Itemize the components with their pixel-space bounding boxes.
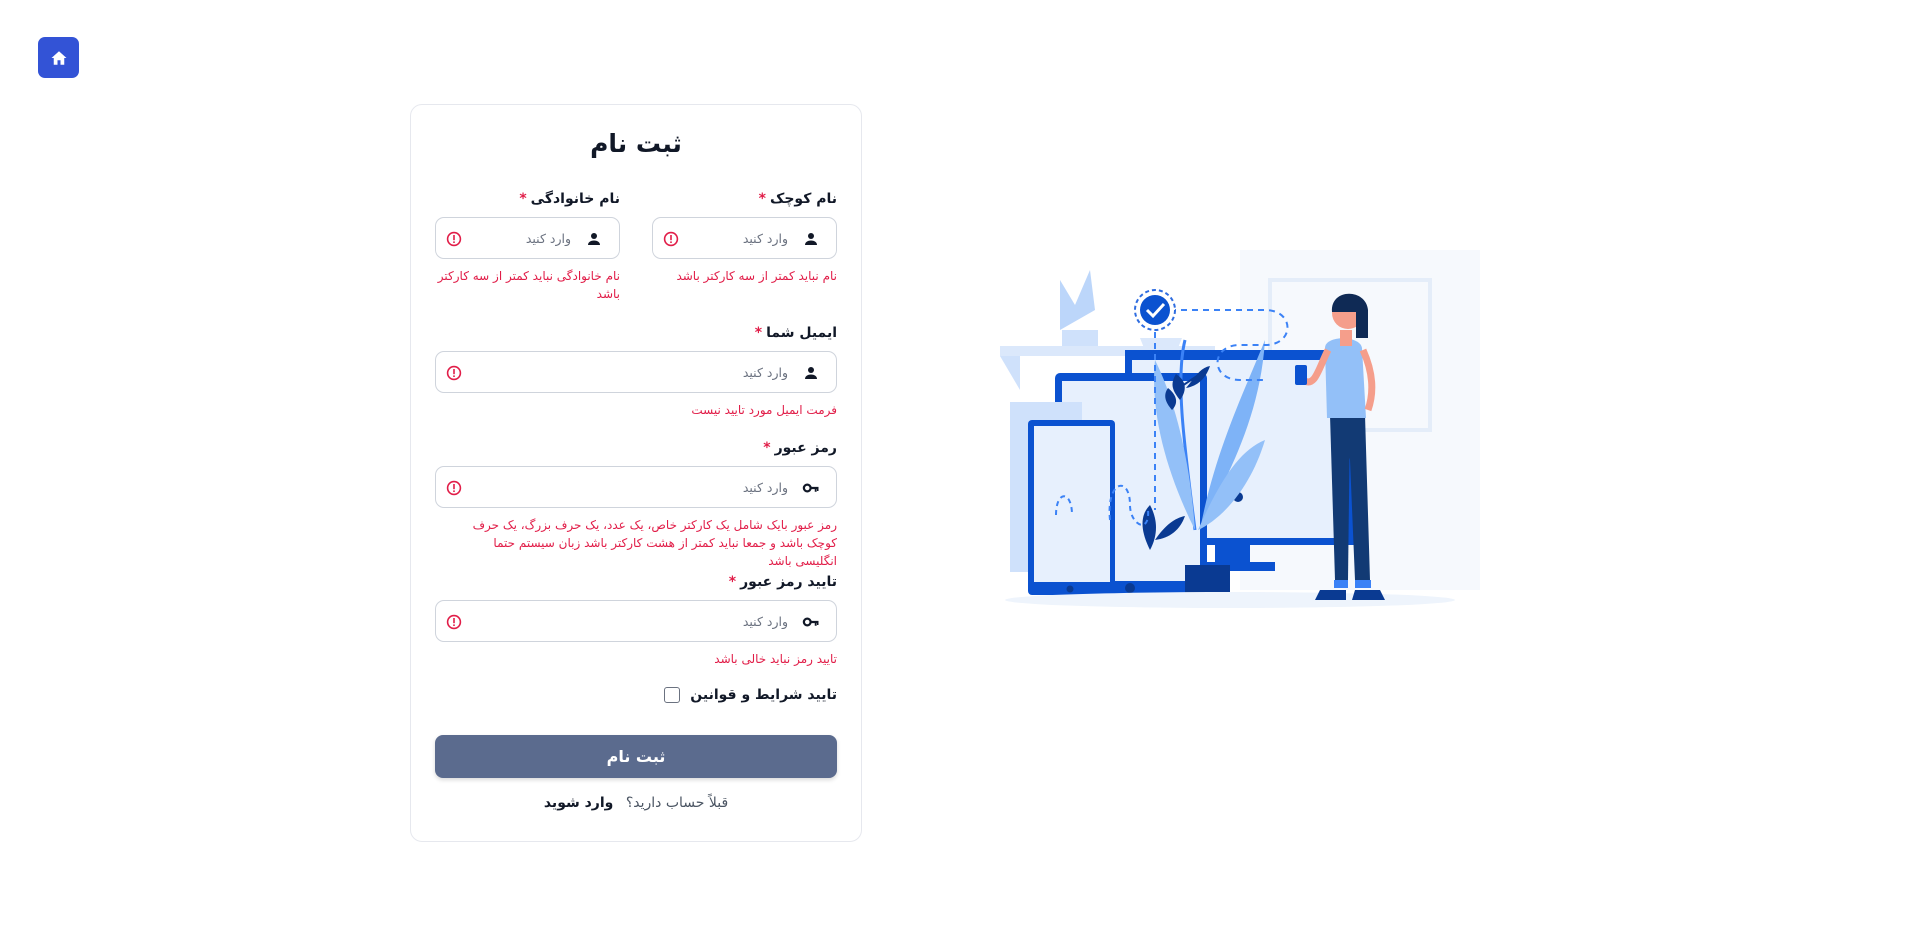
required-mark: * <box>763 440 771 456</box>
password-label: رمز عبور <box>774 440 837 456</box>
error-icon <box>663 231 679 247</box>
last-name-input[interactable] <box>476 218 571 258</box>
password-input[interactable] <box>476 467 788 507</box>
error-icon <box>446 614 462 630</box>
key-icon <box>802 617 819 627</box>
error-icon <box>446 480 462 496</box>
confirm-password-input[interactable] <box>476 601 788 641</box>
home-icon <box>51 50 66 65</box>
required-mark: * <box>754 325 763 341</box>
login-prompt: قبلاً حساب دارید؟ <box>625 795 729 811</box>
last-name-label: نام خانوادگی <box>530 191 620 207</box>
confirm-password-error: تایید رمز نباید خالی باشد <box>714 652 837 666</box>
required-mark: * <box>519 191 527 207</box>
last-name-field: نام خانوادگی* نام خانوادگی نباید کمتر از… <box>435 189 620 301</box>
email-field: ایمیل شما* فرمت ایمیل مورد تایید نیست <box>435 323 837 423</box>
key-icon <box>802 483 819 493</box>
register-button[interactable]: ثبت نام <box>435 735 837 778</box>
first-name-error: نام نباید کمتر از سه کارکتر باشد <box>676 269 837 283</box>
error-icon <box>446 231 462 247</box>
email-label: ایمیل شما <box>766 325 837 341</box>
home-button[interactable] <box>38 37 79 78</box>
login-row: قبلاً حساب دارید؟ وارد شوید <box>411 795 861 811</box>
email-error: فرمت ایمیل مورد تایید نیست <box>691 403 837 417</box>
signup-illustration <box>1000 250 1480 608</box>
register-card: ثبت نام نام کوچک* نام نباید کمتر از سه ک… <box>410 104 862 842</box>
error-icon <box>446 365 462 381</box>
email-input[interactable] <box>476 352 788 392</box>
page-title: ثبت نام <box>590 129 682 158</box>
user-icon <box>588 233 600 245</box>
terms-label: تایید شرایط و قوانین <box>690 687 837 703</box>
password-field: رمز عبور* رمز عبور بایک شامل یک کارکتر خ… <box>435 438 837 568</box>
user-icon <box>805 233 817 245</box>
first-name-field: نام کوچک* نام نباید کمتر از سه کارکتر با… <box>652 189 837 289</box>
terms-row[interactable]: تایید شرایط و قوانین <box>664 687 837 703</box>
required-mark: * <box>728 574 737 590</box>
confirm-password-label: تایید رمز عبور <box>740 574 837 590</box>
terms-checkbox[interactable] <box>664 687 681 703</box>
first-name-input[interactable] <box>693 218 788 258</box>
password-error: رمز عبور بایک شامل یک کارکتر خاص، یک عدد… <box>472 518 837 568</box>
required-mark: * <box>758 191 766 207</box>
user-icon <box>805 367 817 379</box>
confirm-password-field: تایید رمز عبور* تایید رمز نباید خالی باش… <box>435 572 837 672</box>
last-name-error: نام خانوادگی نباید کمتر از سه کارکتر باش… <box>437 269 620 301</box>
login-link[interactable]: وارد شوید <box>544 795 614 811</box>
first-name-label: نام کوچک <box>770 191 837 207</box>
